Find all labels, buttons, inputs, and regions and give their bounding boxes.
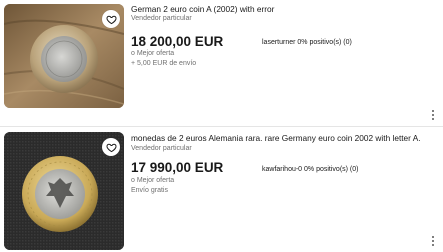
more-options-button[interactable] (429, 108, 437, 122)
best-offer-text: o Mejor oferta (131, 50, 175, 57)
heart-outline-icon (105, 143, 117, 152)
item-title-link[interactable]: German 2 euro coin A (2002) with error (131, 4, 274, 14)
item-price: 18 200,00 EUR (131, 34, 224, 49)
favorite-button[interactable] (102, 10, 120, 28)
heart-outline-icon (105, 15, 117, 24)
listing-item[interactable]: German 2 euro coin A (2002) with error V… (0, 0, 443, 126)
item-image[interactable] (4, 132, 124, 250)
free-shipping-text: Envío gratis (131, 187, 168, 194)
seller-info: laserturner 0% positivo(s) (0) (262, 39, 352, 46)
seller-type: Vendedor particular (131, 15, 192, 22)
best-offer-text: o Mejor oferta (131, 177, 175, 184)
seller-info: kawfarihou-0 0% positivo(s) (0) (262, 166, 359, 173)
more-options-button[interactable] (429, 234, 437, 248)
item-price: 17 990,00 EUR (131, 160, 224, 175)
favorite-button[interactable] (102, 138, 120, 156)
item-title-link[interactable]: monedas de 2 euros Alemania rara. rare G… (131, 133, 421, 143)
item-image[interactable] (4, 4, 124, 108)
listing-item[interactable]: monedas de 2 euros Alemania rara. rare G… (0, 127, 443, 252)
shipping-cost: + 5,00 EUR de envío (131, 60, 197, 67)
vertical-ellipsis-icon (432, 236, 434, 238)
vertical-ellipsis-icon (432, 110, 434, 112)
seller-type: Vendedor particular (131, 145, 192, 152)
